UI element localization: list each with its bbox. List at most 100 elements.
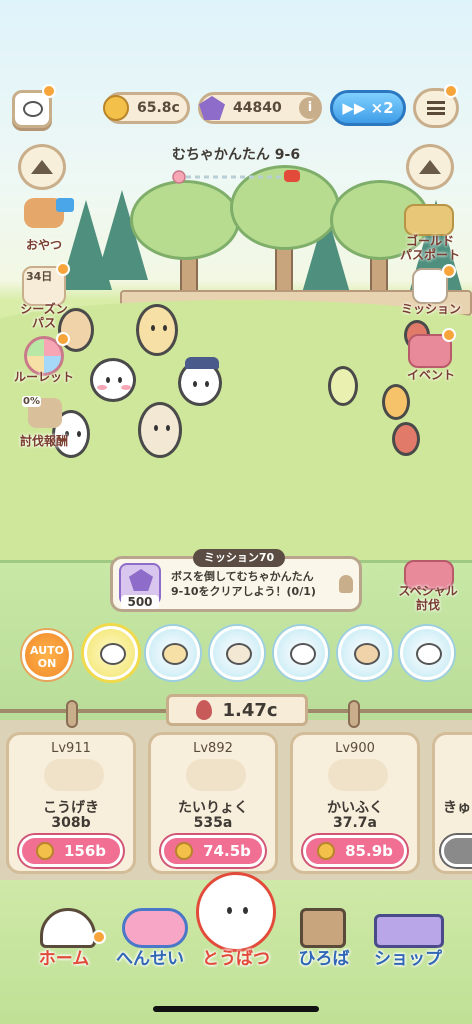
upgrade-card-recovery: Lv900 かいふく 37.7a 85.9b (290, 732, 420, 874)
nav-plaza[interactable]: ひろば (282, 944, 366, 969)
gem-amount: 44840 (233, 100, 282, 116)
upgrade-name: きゅ (443, 800, 471, 816)
gold-passport-icon[interactable] (404, 204, 454, 236)
reward-percent: 0% (22, 396, 41, 407)
special-battle-label: スペシャル 討伐 (398, 584, 458, 612)
upgrade-recovery-button[interactable]: 85.9b (303, 835, 407, 867)
gem-icon (199, 96, 225, 120)
notification-badge (442, 264, 456, 278)
signpost-icon[interactable] (300, 908, 346, 948)
recovery-icon (328, 759, 388, 791)
skill-slot-usagi[interactable] (146, 626, 200, 680)
home-indicator (153, 1006, 319, 1012)
gem-icon (129, 569, 153, 591)
bell-icon (339, 575, 353, 593)
notification-badge (56, 262, 70, 276)
ally-character-police (178, 357, 222, 406)
battle-icon[interactable] (196, 872, 276, 952)
character-face-icon (290, 643, 316, 665)
upgrade-partial-button[interactable] (441, 835, 472, 867)
gem-counter: 44840 i (198, 92, 322, 124)
notification-badge (42, 84, 56, 98)
upgrade-name: こうげき (43, 800, 99, 816)
upgrade-level: Lv911 (51, 741, 91, 756)
notification-badge (56, 332, 70, 346)
battle-scene (0, 0, 472, 560)
reward-label: 討伐報酬 (19, 434, 68, 448)
flame-icon (196, 700, 213, 720)
upgrade-value: 37.7a (333, 815, 377, 831)
formation-icon[interactable] (122, 908, 188, 948)
nav-shop[interactable]: ショップ (366, 944, 450, 969)
reward-bag-icon[interactable]: 0% (22, 396, 62, 428)
roulette-label: ルーレット (13, 370, 74, 384)
scroll-up-right-button[interactable] (406, 144, 454, 190)
upgrade-card-hp: Lv892 たいりょく 535a 74.5b (148, 732, 278, 874)
season-days: 34日 (26, 270, 53, 283)
character-face-icon (162, 643, 188, 665)
ally-character-chiikawa (138, 402, 182, 458)
video-icon (56, 198, 74, 212)
nav-home[interactable]: ホーム (22, 944, 106, 969)
speed-toggle-button[interactable]: ▶▶ ×2 (330, 90, 406, 126)
mission-tag: ミッション70 (193, 549, 285, 567)
coin-icon (103, 95, 129, 121)
tree (130, 180, 240, 260)
attack-icon (44, 759, 104, 791)
season-pass-label: シーズン パス (20, 302, 68, 330)
upgrade-value: 308b (51, 815, 91, 831)
skill-slot-chiikawa-2[interactable] (274, 626, 328, 680)
upgrade-hp-button[interactable]: 74.5b (161, 835, 265, 867)
character-face-icon (100, 643, 126, 665)
mission-card[interactable]: ミッション70 500 ボスを倒してむちゃかんたん 9-10をクリアしよう！(0… (110, 549, 362, 612)
coin-amount: 65.8c (137, 100, 180, 116)
upgrade-card-attack: Lv911 こうげき 308b 156b (6, 732, 136, 874)
total-power-display: 1.47c (166, 694, 308, 726)
info-icon[interactable]: i (299, 97, 321, 119)
event-label: イベント (406, 368, 455, 382)
notification-badge (92, 930, 106, 944)
coin-icon (35, 842, 54, 860)
coin-icon (175, 842, 194, 860)
skill-slot-kurimanju[interactable] (338, 626, 392, 680)
coin-counter: 65.8c (103, 92, 190, 124)
nav-formation[interactable]: へんせい (108, 944, 192, 969)
gold-passport-label: ゴールド パスポート (399, 234, 460, 262)
notification-badge (444, 84, 458, 98)
skill-slot-chiikawa[interactable] (210, 626, 264, 680)
stage-progress (172, 170, 300, 184)
nav-battle[interactable]: とうばつ (194, 944, 278, 969)
enemy-character (382, 384, 410, 420)
upgrade-name: かいふく (327, 800, 383, 816)
enemy-character (392, 422, 420, 456)
ally-character-usagi (136, 304, 178, 356)
hp-icon (186, 759, 246, 791)
mission-label: ミッション (400, 302, 461, 316)
auto-toggle-button[interactable]: AUTO ON (22, 630, 72, 680)
scroll-up-left-button[interactable] (18, 144, 66, 190)
character-face-icon (354, 643, 380, 665)
stage-title: むちゃかんたん 9-6 (171, 147, 301, 163)
coin-icon (317, 842, 336, 860)
upgrade-value: 535a (193, 815, 233, 831)
mission-reward-icon: 500 (119, 563, 161, 609)
notification-badge (442, 328, 456, 342)
shop-icon[interactable] (374, 914, 444, 948)
upgrade-attack-button[interactable]: 156b (19, 835, 123, 867)
character-face-icon (416, 643, 442, 665)
upgrade-card-partial: きゅ (432, 732, 472, 874)
character-face-icon (226, 643, 252, 665)
skill-slot-hachiware[interactable] (84, 626, 138, 680)
ally-character-hachiware (90, 358, 136, 402)
snack-label: おやつ (25, 238, 62, 252)
upgrade-name: たいりょく (178, 800, 248, 816)
mission-reward-count: 500 (121, 595, 159, 609)
upgrade-level: Lv900 (335, 741, 375, 756)
hamburger-icon (427, 101, 445, 115)
enemy-character (328, 366, 358, 406)
skill-slot-momonga[interactable] (400, 626, 454, 680)
mission-description: ボスを倒してむちゃかんたん 9-10をクリアしよう！(0/1) (171, 570, 316, 598)
upgrade-level: Lv892 (193, 741, 233, 756)
cat-avatar-icon (23, 101, 43, 117)
total-power-value: 1.47c (222, 699, 278, 721)
